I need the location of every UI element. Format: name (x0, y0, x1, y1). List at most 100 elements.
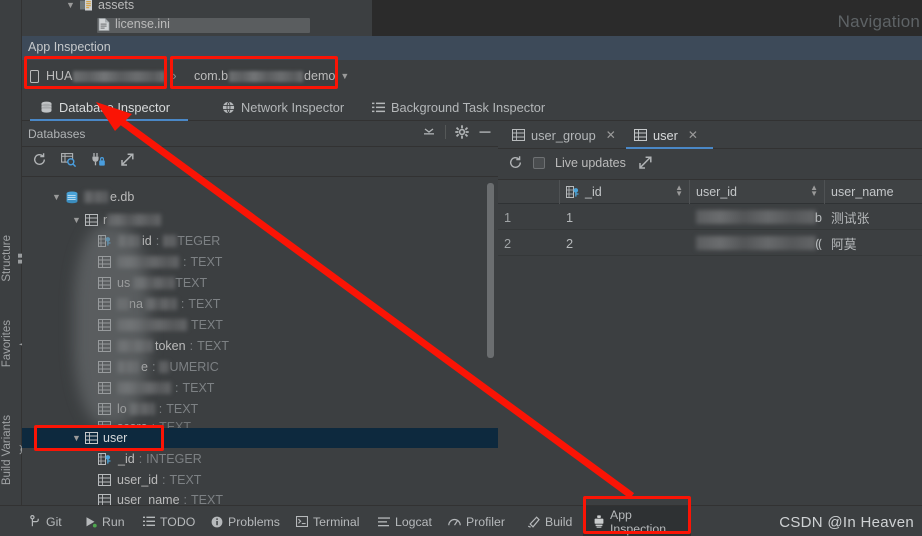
live-updates-checkbox[interactable] (533, 156, 545, 169)
table-column-icon (98, 474, 111, 486)
refresh-icon[interactable] (508, 155, 523, 170)
tree-node-type: TEXT (191, 318, 223, 332)
tree-node-column-redacted[interactable]: us TEXT (22, 273, 498, 293)
project-tree-item-assets[interactable]: ▼ assets (66, 0, 134, 12)
collapse-all-icon[interactable] (422, 125, 436, 139)
label-type-separator: : (162, 473, 166, 487)
tree-node-column-pk-redacted[interactable]: id : TEGER (22, 231, 498, 251)
sort-toggle-icon[interactable]: ▲ ▼ (675, 184, 683, 198)
sort-toggle-icon[interactable]: ▲ ▼ (810, 184, 818, 198)
run-play-icon (85, 516, 97, 528)
table-row[interactable]: 2 2 ⸨ 阿莫 (498, 230, 922, 256)
tree-node-column-user_name[interactable]: user_name : TEXT (22, 490, 498, 505)
tree-node-column-lo[interactable]: lo : TEXT (22, 399, 498, 419)
minimize-icon[interactable] (478, 125, 492, 139)
databases-tree[interactable]: ▼ e.db ▼ r id : TEGER: TEXT us TEXT na … (22, 177, 498, 505)
tree-node-name-redacted (117, 382, 171, 394)
export-icon[interactable] (638, 155, 653, 170)
table-row[interactable]: 1 1 b 测试张 (498, 204, 922, 230)
databases-tree-scrollbar[interactable] (487, 183, 494, 358)
window-title-label: App Inspection (28, 40, 111, 54)
cell-user_name[interactable]: 测试张 (825, 204, 922, 230)
close-icon[interactable]: ✕ (688, 128, 698, 142)
grid-header-user_id[interactable]: user_id ▲ ▼ (690, 180, 825, 204)
tree-node-type: TEXT (197, 339, 230, 353)
tab-network-inspector[interactable]: Network Inspector (212, 93, 362, 121)
tree-node-table-redacted[interactable]: ▼ r (22, 210, 498, 230)
tab-user-group[interactable]: user_group ✕ (504, 121, 622, 149)
tree-node-name-redacted (144, 298, 177, 310)
export-icon[interactable] (120, 152, 135, 167)
status-button-build[interactable]: Build (521, 506, 578, 536)
keep-connection-open-icon[interactable] (91, 152, 106, 167)
tool-window-label: Build Variants (1, 415, 13, 486)
chevron-down-icon[interactable]: ▼ (50, 192, 63, 202)
tool-window-favorites[interactable]: Favorites ★ (1, 320, 33, 368)
tree-node-label: e.db (110, 190, 135, 204)
status-button-label: Terminal (313, 514, 360, 529)
tree-node-column-redacted[interactable]: na : TEXT (22, 294, 498, 314)
chevron-down-icon[interactable]: ▼ (340, 71, 349, 81)
chevron-down-icon[interactable]: ▼ (66, 0, 78, 10)
data-panel-toolbar: Live updates (498, 149, 922, 180)
tab-label: user_group (531, 127, 596, 143)
grid-header-label: user_id (696, 185, 737, 199)
label-type-separator: : (189, 339, 194, 353)
tab-user[interactable]: user ✕ (626, 121, 713, 149)
cell-user_id[interactable]: ⸨ (690, 230, 825, 256)
grid-header-rownum (498, 180, 560, 204)
tool-window-structure[interactable]: Structure (1, 235, 28, 282)
grid-header-_id[interactable]: _id ▲ ▼ (560, 180, 690, 204)
tree-node-table-user[interactable]: ▼ user (22, 428, 498, 448)
status-button-logcat[interactable]: Logcat (372, 506, 438, 536)
data-grid[interactable]: _id ▲ ▼ user_id ▲ ▼ user_name 1 1 b 测试张 2 … (498, 180, 922, 505)
cell-_id[interactable]: 2 (560, 230, 690, 256)
refresh-icon[interactable] (32, 152, 47, 167)
toolbar-divider (445, 125, 446, 139)
status-button-app-inspection[interactable]: App Inspection (583, 506, 691, 536)
grid-header-user_name[interactable]: user_name (825, 180, 922, 204)
status-button-run[interactable]: Run (79, 506, 131, 536)
status-button-label: Logcat (395, 514, 432, 529)
process-selector[interactable]: com.b demo ▼ (194, 65, 349, 87)
tool-window-label: Favorites (1, 320, 13, 368)
tree-node-column-token[interactable]: token : TEXT (22, 336, 498, 356)
tree-node-column-_id[interactable]: _id : INTEGER (22, 449, 498, 469)
cell-_id[interactable]: 1 (560, 204, 690, 230)
primary-key-column-icon (98, 453, 112, 465)
status-button-profiler[interactable]: Profiler (442, 506, 511, 536)
tree-node-column-numeric[interactable]: e : UMERIC (22, 357, 498, 377)
chevron-down-icon[interactable]: ▼ (70, 433, 83, 443)
status-button-terminal[interactable]: Terminal (290, 506, 365, 536)
tree-node-name-redacted (117, 298, 129, 310)
inspection-target-selector-row: HUA › com.b demo ▼ (22, 60, 922, 93)
tree-node-column-redacted[interactable]: TEXT (22, 315, 498, 335)
editor-background: Navigation (372, 0, 922, 36)
tab-background-task-inspector[interactable]: Background Task Inspector (362, 93, 577, 121)
table-column-icon (98, 277, 111, 289)
databases-panel-header: Databases (22, 121, 498, 147)
tree-node-column-user_id[interactable]: user_id : TEXT (22, 470, 498, 490)
tree-node-database[interactable]: ▼ e.db (22, 187, 498, 207)
tree-node-column-redacted[interactable]: : TEXT (22, 378, 498, 398)
build-hammer-icon (527, 515, 540, 528)
tree-node-name-redacted (117, 361, 139, 373)
cell-user_id[interactable]: b (690, 204, 825, 230)
chevron-down-icon[interactable]: ▼ (70, 215, 83, 225)
run-query-icon[interactable] (61, 152, 77, 167)
close-icon[interactable]: ✕ (606, 128, 616, 142)
status-button-git[interactable]: Git (24, 506, 68, 536)
status-button-todo[interactable]: TODO (137, 506, 201, 536)
tree-node-name-redacted (128, 403, 155, 415)
primary-key-column-icon (566, 186, 580, 198)
tab-database-inspector[interactable]: Database Inspector (30, 93, 188, 121)
device-selector[interactable]: HUA › (30, 65, 177, 87)
project-tree-item-license-ini[interactable]: license.ini (98, 17, 170, 31)
row-number: 1 (504, 209, 512, 225)
tree-node-column-redacted[interactable]: : TEXT (22, 252, 498, 272)
status-button-problems[interactable]: Problems (205, 506, 286, 536)
settings-gear-icon[interactable] (455, 125, 469, 139)
process-name-redacted (229, 70, 304, 82)
cell-user_name[interactable]: 阿莫 (825, 230, 922, 256)
tool-window-build-variants[interactable]: Build Variants (1, 415, 26, 486)
